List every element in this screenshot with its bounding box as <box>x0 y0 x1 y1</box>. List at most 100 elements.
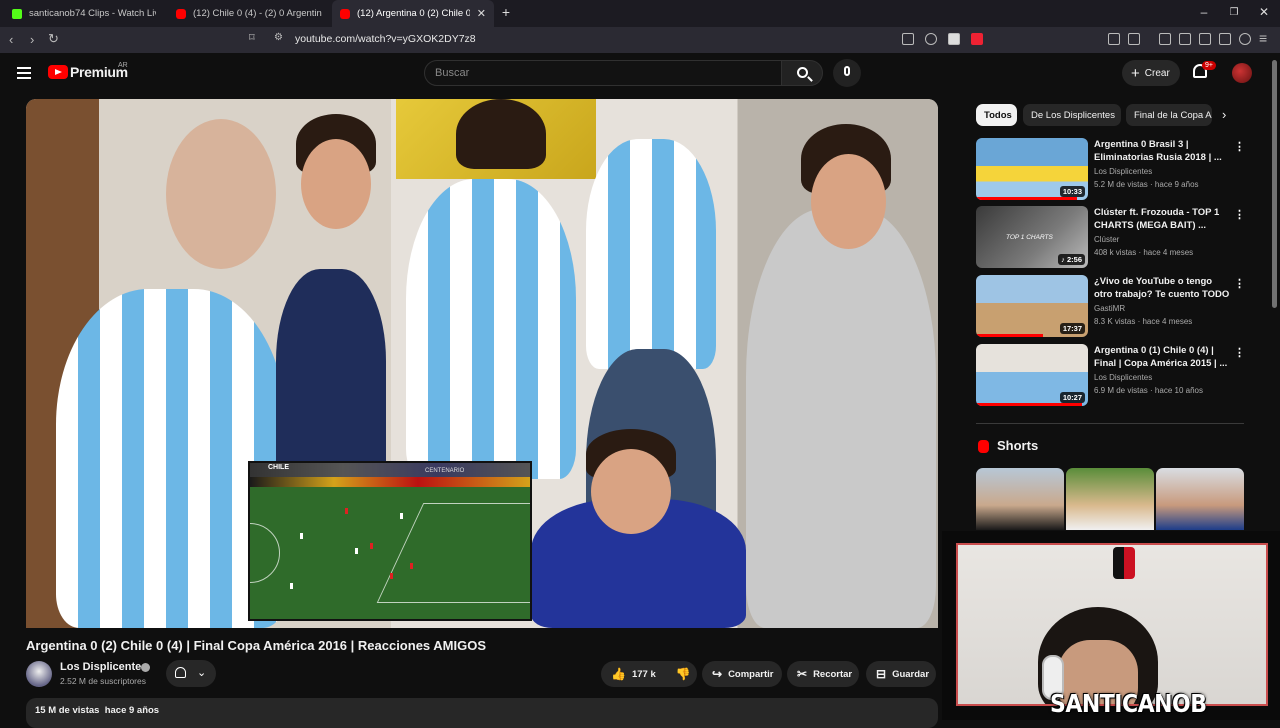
browser-tab-chile-argentina[interactable]: (12) Chile 0 (4) - (2) 0 Argentina | Fin… <box>168 0 330 27</box>
reload-icon[interactable]: ↻ <box>48 31 59 47</box>
more-options-icon[interactable]: ⋮ <box>1234 346 1245 359</box>
recommendation-channel: Los Displicentes <box>1094 167 1153 176</box>
save-button[interactable]: ⊟ Guardar <box>866 661 936 687</box>
extensions-icon[interactable] <box>1108 33 1120 45</box>
shield-icon[interactable] <box>948 33 960 45</box>
rewards-icon[interactable] <box>971 33 983 45</box>
clip-button[interactable]: ✂ Recortar <box>787 661 859 687</box>
music-icon[interactable] <box>1159 33 1171 45</box>
new-tab-button[interactable]: + <box>498 4 514 20</box>
leo-icon[interactable] <box>1219 33 1231 45</box>
chip-channel[interactable]: De Los Displicentes <box>1023 104 1121 126</box>
dislike-icon[interactable]: 👎 <box>676 668 691 680</box>
person-left-face <box>166 119 276 269</box>
like-dislike-group: 👍 177 k 👎 <box>601 661 697 687</box>
like-icon[interactable]: 👍 <box>611 668 626 680</box>
menu-icon[interactable]: ≡ <box>1259 30 1267 46</box>
sidebar-icon[interactable] <box>1179 33 1191 45</box>
country-code: AR <box>118 62 128 69</box>
close-tab-icon[interactable]: ✕ <box>477 7 486 20</box>
player-marker <box>410 563 413 569</box>
tab-title: (12) Chile 0 (4) - (2) 0 Argentina | Fin… <box>193 8 322 19</box>
subscription-button[interactable]: ⌄ <box>166 660 216 687</box>
short-thumbnail[interactable] <box>1066 468 1154 530</box>
verified-icon <box>141 663 150 672</box>
browser-tab-active[interactable]: (12) Argentina 0 (2) Chile 0 (4) | Fi ✕ <box>332 0 494 27</box>
person-right-center <box>586 139 716 369</box>
chip-todos[interactable]: Todos <box>976 104 1017 126</box>
account-avatar[interactable] <box>1232 63 1252 83</box>
browser-tab-kick[interactable]: santicanob74 Clips - Watch Live on K <box>4 0 164 27</box>
url-field[interactable]: youtube.com/watch?v=yGXOK2DY7z8 <box>295 33 476 45</box>
person-grey-shirt <box>746 209 936 628</box>
forward-icon[interactable]: › <box>30 32 34 47</box>
back-icon[interactable]: ‹ <box>9 32 13 47</box>
cast-icon[interactable] <box>902 33 914 45</box>
channel-name[interactable]: Los Displicentes <box>60 661 147 673</box>
player-marker <box>370 543 373 549</box>
restore-button[interactable]: ❐ <box>1226 7 1242 18</box>
more-options-icon[interactable]: ⋮ <box>1234 208 1245 221</box>
share-icon[interactable] <box>925 33 937 45</box>
like-count[interactable]: 177 k <box>632 669 656 680</box>
player-marker <box>300 533 303 539</box>
more-options-icon[interactable]: ⋮ <box>1234 140 1245 153</box>
recommendation-item[interactable]: 10:27 Argentina 0 (1) Chile 0 (4) | Fina… <box>976 344 1246 406</box>
more-options-icon[interactable]: ⋮ <box>1234 277 1245 290</box>
search-icon <box>797 67 808 78</box>
minimize-button[interactable]: – <box>1196 5 1212 19</box>
recommendation-item[interactable]: 10:33 Argentina 0 Brasil 3 | Eliminatori… <box>976 138 1246 200</box>
video-title: Argentina 0 (2) Chile 0 (4) | Final Copa… <box>26 638 487 653</box>
short-thumbnail[interactable] <box>1156 468 1244 530</box>
video-thumbnail[interactable]: TOP 1 CHARTS ♪ 2:56 <box>976 206 1088 268</box>
bookmark-icon[interactable]: ⌑ <box>249 31 255 44</box>
description-box[interactable]: 15 M de vistas hace 9 años <box>26 698 938 728</box>
recommendation-channel: Los Displicentes <box>1094 373 1153 382</box>
player-marker <box>345 508 348 514</box>
share-arrow-icon: ↪ <box>712 667 723 681</box>
vpn-icon[interactable] <box>1239 33 1251 45</box>
duration-badge: 10:27 <box>1059 392 1085 403</box>
pitch-circle <box>250 523 280 583</box>
reading-icon[interactable] <box>1128 33 1140 45</box>
kick-icon <box>12 8 22 19</box>
channel-avatar[interactable] <box>26 661 52 687</box>
share-button[interactable]: ↪ Compartir <box>702 661 782 687</box>
chevron-right-icon[interactable]: › <box>1222 107 1226 122</box>
recommendation-title: ¿Vivo de YouTube o tengo otro trabajo? T… <box>1094 276 1230 300</box>
pip-banner <box>250 477 530 487</box>
person-hair <box>456 99 546 169</box>
short-thumbnail[interactable] <box>976 468 1064 530</box>
pip-team-label: CHILE <box>268 464 289 471</box>
webcam-frame <box>956 543 1268 706</box>
wall-jersey <box>1113 547 1135 579</box>
bookmark-icon: ⊟ <box>876 667 887 681</box>
wallet-icon[interactable] <box>1199 33 1211 45</box>
recommendation-item[interactable]: 17:37 ¿Vivo de YouTube o tengo otro trab… <box>976 275 1246 337</box>
page-scrollbar[interactable] <box>1272 60 1277 308</box>
create-label: Crear <box>1144 67 1170 79</box>
recommendation-item[interactable]: TOP 1 CHARTS ♪ 2:56 Clúster ft. Frozouda… <box>976 206 1246 268</box>
chip-final-copa[interactable]: Final de la Copa A <box>1126 104 1212 126</box>
share-label: Compartir <box>728 668 774 680</box>
recommendation-meta: 5.2 M de vistas · hace 9 años <box>1094 180 1199 189</box>
shorts-section-title: Shorts <box>997 438 1039 453</box>
create-button[interactable]: + Crear <box>1122 60 1180 86</box>
video-thumbnail[interactable]: 17:37 <box>976 275 1088 337</box>
video-thumbnail[interactable]: 10:27 <box>976 344 1088 406</box>
voice-search-button[interactable] <box>833 59 861 87</box>
close-window-button[interactable]: ✕ <box>1256 5 1272 19</box>
recommendation-channel: GastiMR <box>1094 304 1126 313</box>
recommendation-meta: 8.3 K vistas · hace 4 meses <box>1094 317 1193 326</box>
scissors-icon: ✂ <box>797 667 808 681</box>
watch-progress <box>976 334 1044 337</box>
search-input[interactable] <box>424 60 782 86</box>
youtube-logo-icon[interactable] <box>48 65 68 79</box>
guide-menu-icon[interactable] <box>17 67 31 79</box>
video-player[interactable]: CHILE CENTENARIO <box>26 99 938 628</box>
video-thumbnail[interactable]: 10:33 <box>976 138 1088 200</box>
player-marker <box>290 583 293 589</box>
search-button[interactable] <box>781 60 823 86</box>
site-settings-icon[interactable]: ⚙ <box>274 32 283 43</box>
tab-title: (12) Argentina 0 (2) Chile 0 (4) | Fi <box>357 8 470 19</box>
